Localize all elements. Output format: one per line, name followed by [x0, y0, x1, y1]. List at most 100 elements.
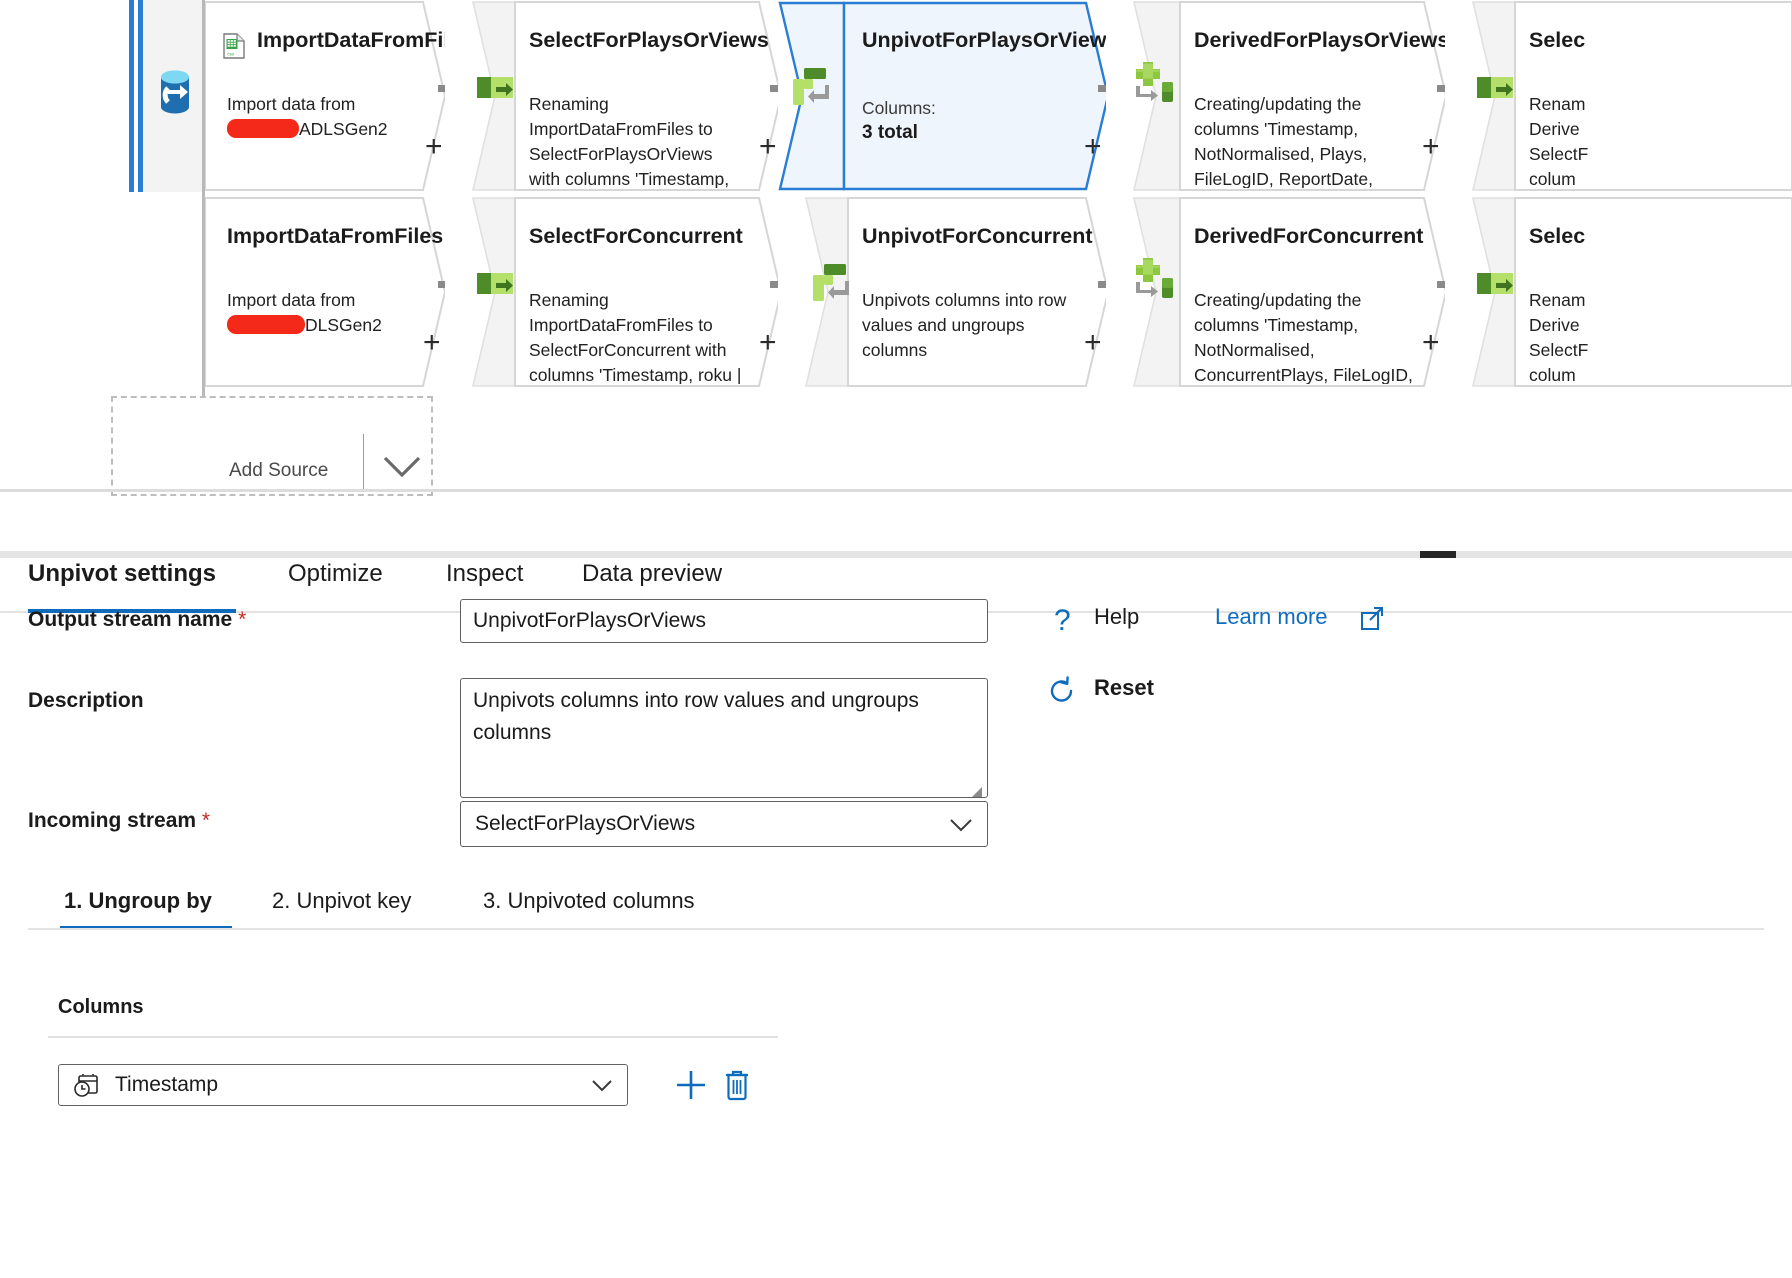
node-derived-plays[interactable]: DerivedForPlaysOrViews Creating/updating…: [1106, 0, 1450, 192]
node-title: DerivedForPlaysOrViews: [1194, 28, 1450, 52]
add-source-label: Add Source: [229, 460, 329, 481]
unpivot-transform-icon: [812, 264, 850, 309]
subtab-divider: [28, 928, 1764, 930]
subtab-unpivot-key[interactable]: 2. Unpivot key: [272, 888, 411, 914]
derived-column-icon: [1134, 62, 1176, 111]
svg-text:csv: csv: [227, 51, 235, 56]
node-title: SelectForPlaysOrViews: [529, 28, 769, 52]
required-marker: *: [238, 608, 247, 631]
learn-more-link[interactable]: Learn more: [1215, 604, 1328, 630]
node-description: Import data from DLSGen2: [227, 288, 417, 384]
select-transform-icon: [1477, 269, 1513, 304]
node-description: Import data from ADLSGen2: [227, 92, 417, 188]
tab-optimize[interactable]: Optimize: [288, 560, 383, 604]
node-import-concurrent[interactable]: ImportDataFromFiles Import data from DLS…: [205, 196, 445, 388]
node-description-line2: ADLSGen2: [299, 119, 388, 139]
tab-unpivot-settings[interactable]: Unpivot settings: [28, 560, 216, 604]
node-description-line1: Import data from: [227, 94, 356, 114]
incoming-stream-label-text: Incoming stream: [28, 809, 197, 832]
node-description: Unpivots columns into row values and ung…: [862, 290, 1067, 360]
description-label: Description: [28, 689, 144, 712]
tab-inspect[interactable]: Inspect: [446, 560, 523, 604]
canvas-horizontal-scrollbar[interactable]: [0, 551, 1792, 558]
column-select-row[interactable]: Timestamp: [58, 1064, 628, 1106]
node-description-line2: DLSGen2: [305, 315, 382, 335]
trash-icon[interactable]: [720, 1065, 754, 1108]
node-add-button[interactable]: +: [1084, 132, 1102, 162]
node-title: UnpivotForConcurrent: [862, 224, 1093, 248]
select-transform-icon: [477, 73, 513, 108]
external-link-icon[interactable]: [1360, 606, 1386, 637]
source-rail-accent: [129, 0, 134, 192]
node-description: Renam Derive SelectF colum: [1529, 290, 1589, 384]
node-columns-value: 3 total: [862, 122, 918, 143]
node-add-button[interactable]: +: [1422, 132, 1440, 162]
node-title: ImportDataFromFiles: [227, 224, 444, 248]
node-add-button[interactable]: +: [423, 328, 441, 358]
help-label[interactable]: Help: [1094, 604, 1139, 630]
output-stream-name-input[interactable]: [460, 599, 988, 643]
column-value: Timestamp: [115, 1073, 219, 1096]
description-textarea[interactable]: Unpivots columns into row values and ung…: [460, 678, 988, 798]
node-add-button[interactable]: +: [1422, 328, 1440, 358]
node-select-plays[interactable]: SelectForPlaysOrViews Renaming ImportDat…: [445, 0, 781, 192]
node-derived-concurrent[interactable]: DerivedForConcurrent Creating/updating t…: [1106, 196, 1446, 388]
columns-section-rule: [48, 1036, 778, 1038]
svg-text:?: ?: [1054, 604, 1071, 636]
node-import-plays[interactable]: csv ImportDataFromFiles Import data from…: [205, 0, 473, 192]
dataflow-canvas[interactable]: csv ImportDataFromFiles Import data from…: [0, 0, 1792, 558]
derived-column-icon: [1134, 258, 1176, 307]
tab-data-preview[interactable]: Data preview: [582, 560, 722, 604]
select-transform-icon: [1477, 73, 1513, 108]
incoming-stream-label: Incoming stream *: [28, 809, 210, 833]
node-unpivot-concurrent[interactable]: UnpivotForConcurrent Unpivots columns in…: [778, 196, 1108, 388]
incoming-stream-value: SelectForPlaysOrViews: [475, 812, 696, 835]
node-description: Creating/updating the columns 'Timestamp…: [1194, 290, 1413, 384]
incoming-stream-select[interactable]: SelectForPlaysOrViews: [460, 801, 988, 847]
node-title: Selec: [1529, 28, 1586, 52]
select-transform-icon: [477, 269, 513, 304]
chevron-down-icon[interactable]: [591, 1079, 613, 1098]
chevron-down-icon[interactable]: [949, 818, 973, 838]
subtab-unpivoted-columns[interactable]: 3. Unpivoted columns: [483, 888, 695, 914]
database-source-icon: [155, 68, 195, 116]
node-title: UnpivotForPlaysOrViews: [862, 28, 1119, 52]
node-description: Renaming ImportDataFromFiles to SelectFo…: [529, 94, 730, 188]
node-description: Creating/updating the columns 'Timestamp…: [1194, 94, 1373, 188]
output-stream-name-label: Output stream name *: [28, 608, 246, 632]
textarea-resize-grip[interactable]: [972, 787, 982, 797]
node-unpivot-plays[interactable]: UnpivotForPlaysOrViews Columns: 3 total …: [778, 0, 1119, 192]
output-stream-name-label-text: Output stream name: [28, 608, 233, 631]
node-title: SelectForConcurrent: [529, 224, 743, 248]
plus-icon[interactable]: [674, 1066, 708, 1109]
canvas-bottom-edge: [0, 489, 1792, 492]
node-select-concurrent[interactable]: SelectForConcurrent Renaming ImportDataF…: [445, 196, 781, 388]
redaction-block: [227, 315, 305, 334]
canvas-scrollbar-thumb[interactable]: [1420, 551, 1456, 558]
node-select-plays-2[interactable]: Selec Renam Derive SelectF colum: [1445, 0, 1792, 192]
unpivot-transform-icon: [792, 68, 830, 113]
node-add-button[interactable]: +: [425, 132, 443, 162]
columns-section-title: Columns: [58, 996, 144, 1018]
question-mark-icon[interactable]: ?: [1050, 604, 1076, 641]
node-columns-label: Columns:: [862, 98, 936, 118]
required-marker: *: [201, 809, 211, 832]
node-add-button[interactable]: +: [1084, 328, 1102, 358]
node-description: Renaming ImportDataFromFiles to SelectFo…: [529, 290, 742, 384]
add-source-placeholder[interactable]: Add Source: [111, 396, 433, 496]
csv-file-icon: csv: [223, 33, 245, 64]
refresh-icon[interactable]: [1046, 675, 1078, 712]
chevron-down-icon[interactable]: [381, 454, 423, 485]
node-title: DerivedForConcurrent: [1194, 224, 1424, 248]
node-add-button[interactable]: +: [759, 328, 777, 358]
node-add-button[interactable]: +: [759, 132, 777, 162]
redaction-block: [227, 119, 299, 138]
subtab-ungroup-by[interactable]: 1. Ungroup by: [64, 888, 212, 914]
timestamp-icon: [73, 1073, 99, 1104]
node-title: Selec: [1529, 224, 1586, 248]
node-select-concurrent-2[interactable]: Selec Renam Derive SelectF colum: [1445, 196, 1792, 388]
reset-label[interactable]: Reset: [1094, 675, 1154, 701]
add-source-divider: [363, 434, 364, 490]
node-title: ImportDataFromFiles: [257, 28, 474, 52]
settings-panel: Unpivot settings Optimize Inspect Data p…: [0, 560, 1792, 1278]
